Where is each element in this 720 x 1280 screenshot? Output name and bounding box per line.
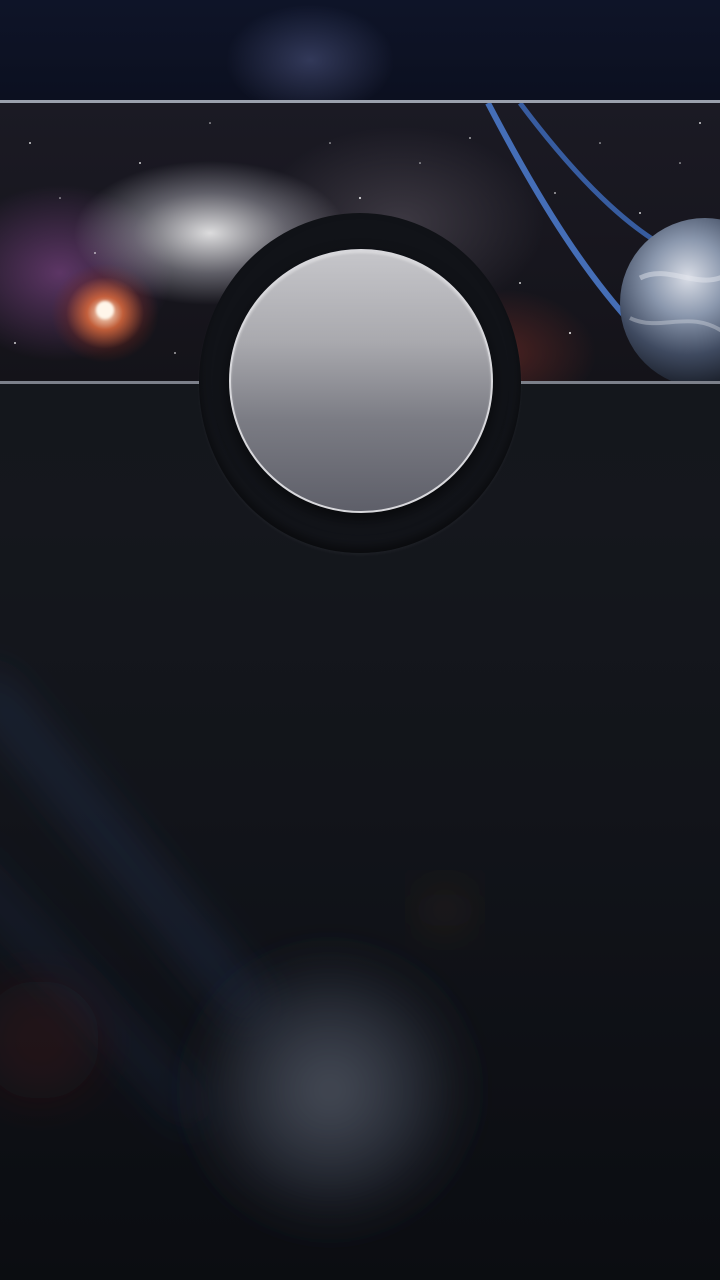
top-strip bbox=[0, 0, 720, 100]
avatar-icon[interactable] bbox=[229, 249, 493, 513]
screen bbox=[0, 0, 720, 1280]
